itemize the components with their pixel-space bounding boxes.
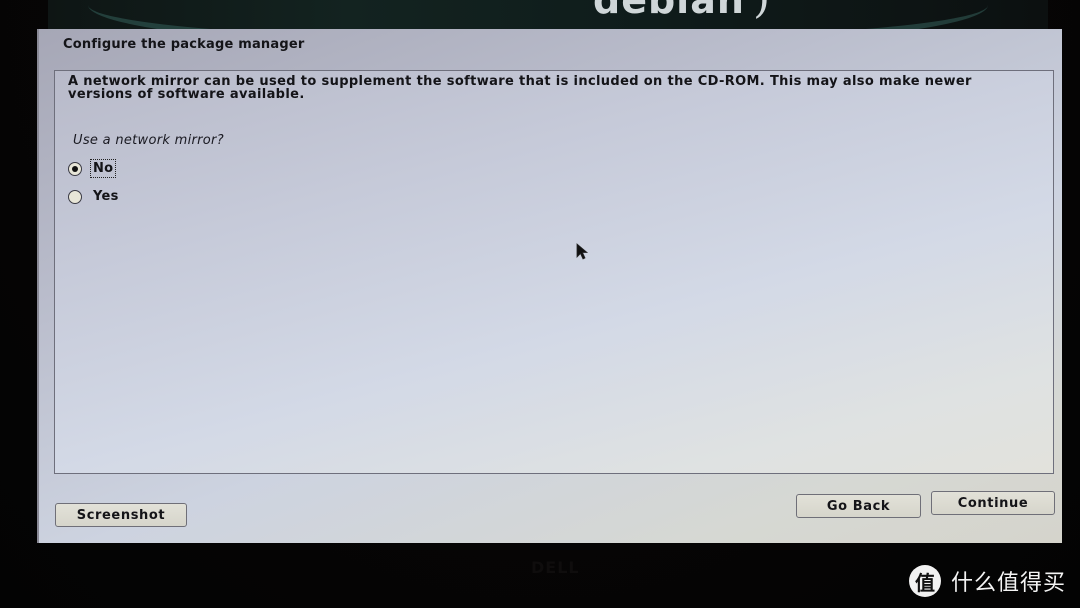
- installer-window: Configure the package manager A network …: [37, 29, 1062, 543]
- radio-button-checked[interactable]: [68, 161, 82, 176]
- description-text: A network mirror can be used to suppleme…: [68, 74, 972, 102]
- continue-button[interactable]: Continue: [931, 491, 1055, 515]
- page-title: Configure the package manager: [63, 37, 305, 52]
- radio-button-unchecked[interactable]: [68, 189, 82, 204]
- banner-swoosh-decoration: [88, 0, 988, 30]
- screenshot-button[interactable]: Screenshot: [55, 503, 187, 527]
- radio-option-yes[interactable]: Yes: [68, 187, 122, 206]
- watermark: 值 什么值得买: [909, 565, 1066, 597]
- question-label: Use a network mirror?: [73, 133, 224, 148]
- radio-dot-icon: [72, 165, 78, 172]
- watermark-text: 什么值得买: [951, 571, 1067, 596]
- debian-swirl-icon: ): [753, 0, 770, 23]
- debian-logo: debian: [593, 0, 745, 22]
- radio-label-yes[interactable]: Yes: [90, 187, 122, 206]
- debian-banner: debian ): [48, 0, 1048, 30]
- go-back-button[interactable]: Go Back: [796, 494, 921, 518]
- content-frame: A network mirror can be used to suppleme…: [54, 70, 1054, 474]
- monitor-brand-logo: DELL: [531, 558, 580, 577]
- radio-option-no[interactable]: No: [68, 159, 117, 178]
- watermark-logo-icon: 值: [909, 565, 941, 597]
- radio-label-no[interactable]: No: [90, 159, 117, 178]
- mouse-pointer-icon: [576, 243, 589, 260]
